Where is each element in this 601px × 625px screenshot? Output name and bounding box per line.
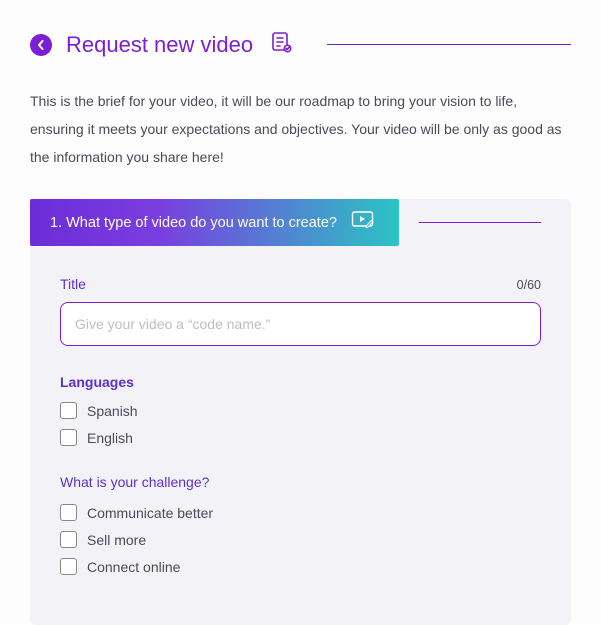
checkbox-label: Communicate better	[87, 505, 213, 521]
languages-group: Languages Spanish English	[60, 374, 541, 446]
intro-text: This is the brief for your video, it wil…	[30, 87, 571, 171]
challenge-group: What is your challenge? Communicate bett…	[60, 474, 541, 575]
checkbox-label: Sell more	[87, 532, 146, 548]
checkbox-icon	[60, 402, 77, 419]
checkbox-label: English	[87, 430, 133, 446]
document-icon	[269, 30, 293, 59]
title-field-header: Title 0/60	[60, 276, 541, 292]
title-label: Title	[60, 276, 86, 292]
page-header: Request new video	[30, 30, 571, 59]
checkbox-icon	[60, 504, 77, 521]
challenge-option-connect[interactable]: Connect online	[60, 558, 541, 575]
languages-label: Languages	[60, 374, 541, 390]
page-container: Request new video This is the brief for …	[0, 0, 601, 625]
challenge-option-sell[interactable]: Sell more	[60, 531, 541, 548]
challenge-option-communicate[interactable]: Communicate better	[60, 504, 541, 521]
checkbox-label: Connect online	[87, 559, 180, 575]
section-pill: 1. What type of video do you want to cre…	[30, 199, 399, 246]
checkbox-icon	[60, 531, 77, 548]
header-divider	[327, 44, 571, 45]
title-counter: 0/60	[517, 278, 541, 292]
video-edit-icon	[351, 209, 377, 236]
form-area: Title 0/60 Languages Spanish English Wha…	[30, 276, 571, 575]
page-title: Request new video	[66, 32, 253, 58]
language-option-spanish[interactable]: Spanish	[60, 402, 541, 419]
form-card: 1. What type of video do you want to cre…	[30, 199, 571, 625]
checkbox-label: Spanish	[87, 403, 138, 419]
title-input[interactable]	[60, 302, 541, 346]
language-option-english[interactable]: English	[60, 429, 541, 446]
section-header: 1. What type of video do you want to cre…	[30, 199, 571, 246]
section-title: 1. What type of video do you want to cre…	[50, 215, 337, 231]
back-button[interactable]	[30, 34, 52, 56]
checkbox-icon	[60, 558, 77, 575]
checkbox-icon	[60, 429, 77, 446]
section-divider	[419, 222, 541, 223]
chevron-left-icon	[37, 40, 45, 50]
challenge-label: What is your challenge?	[60, 474, 541, 490]
